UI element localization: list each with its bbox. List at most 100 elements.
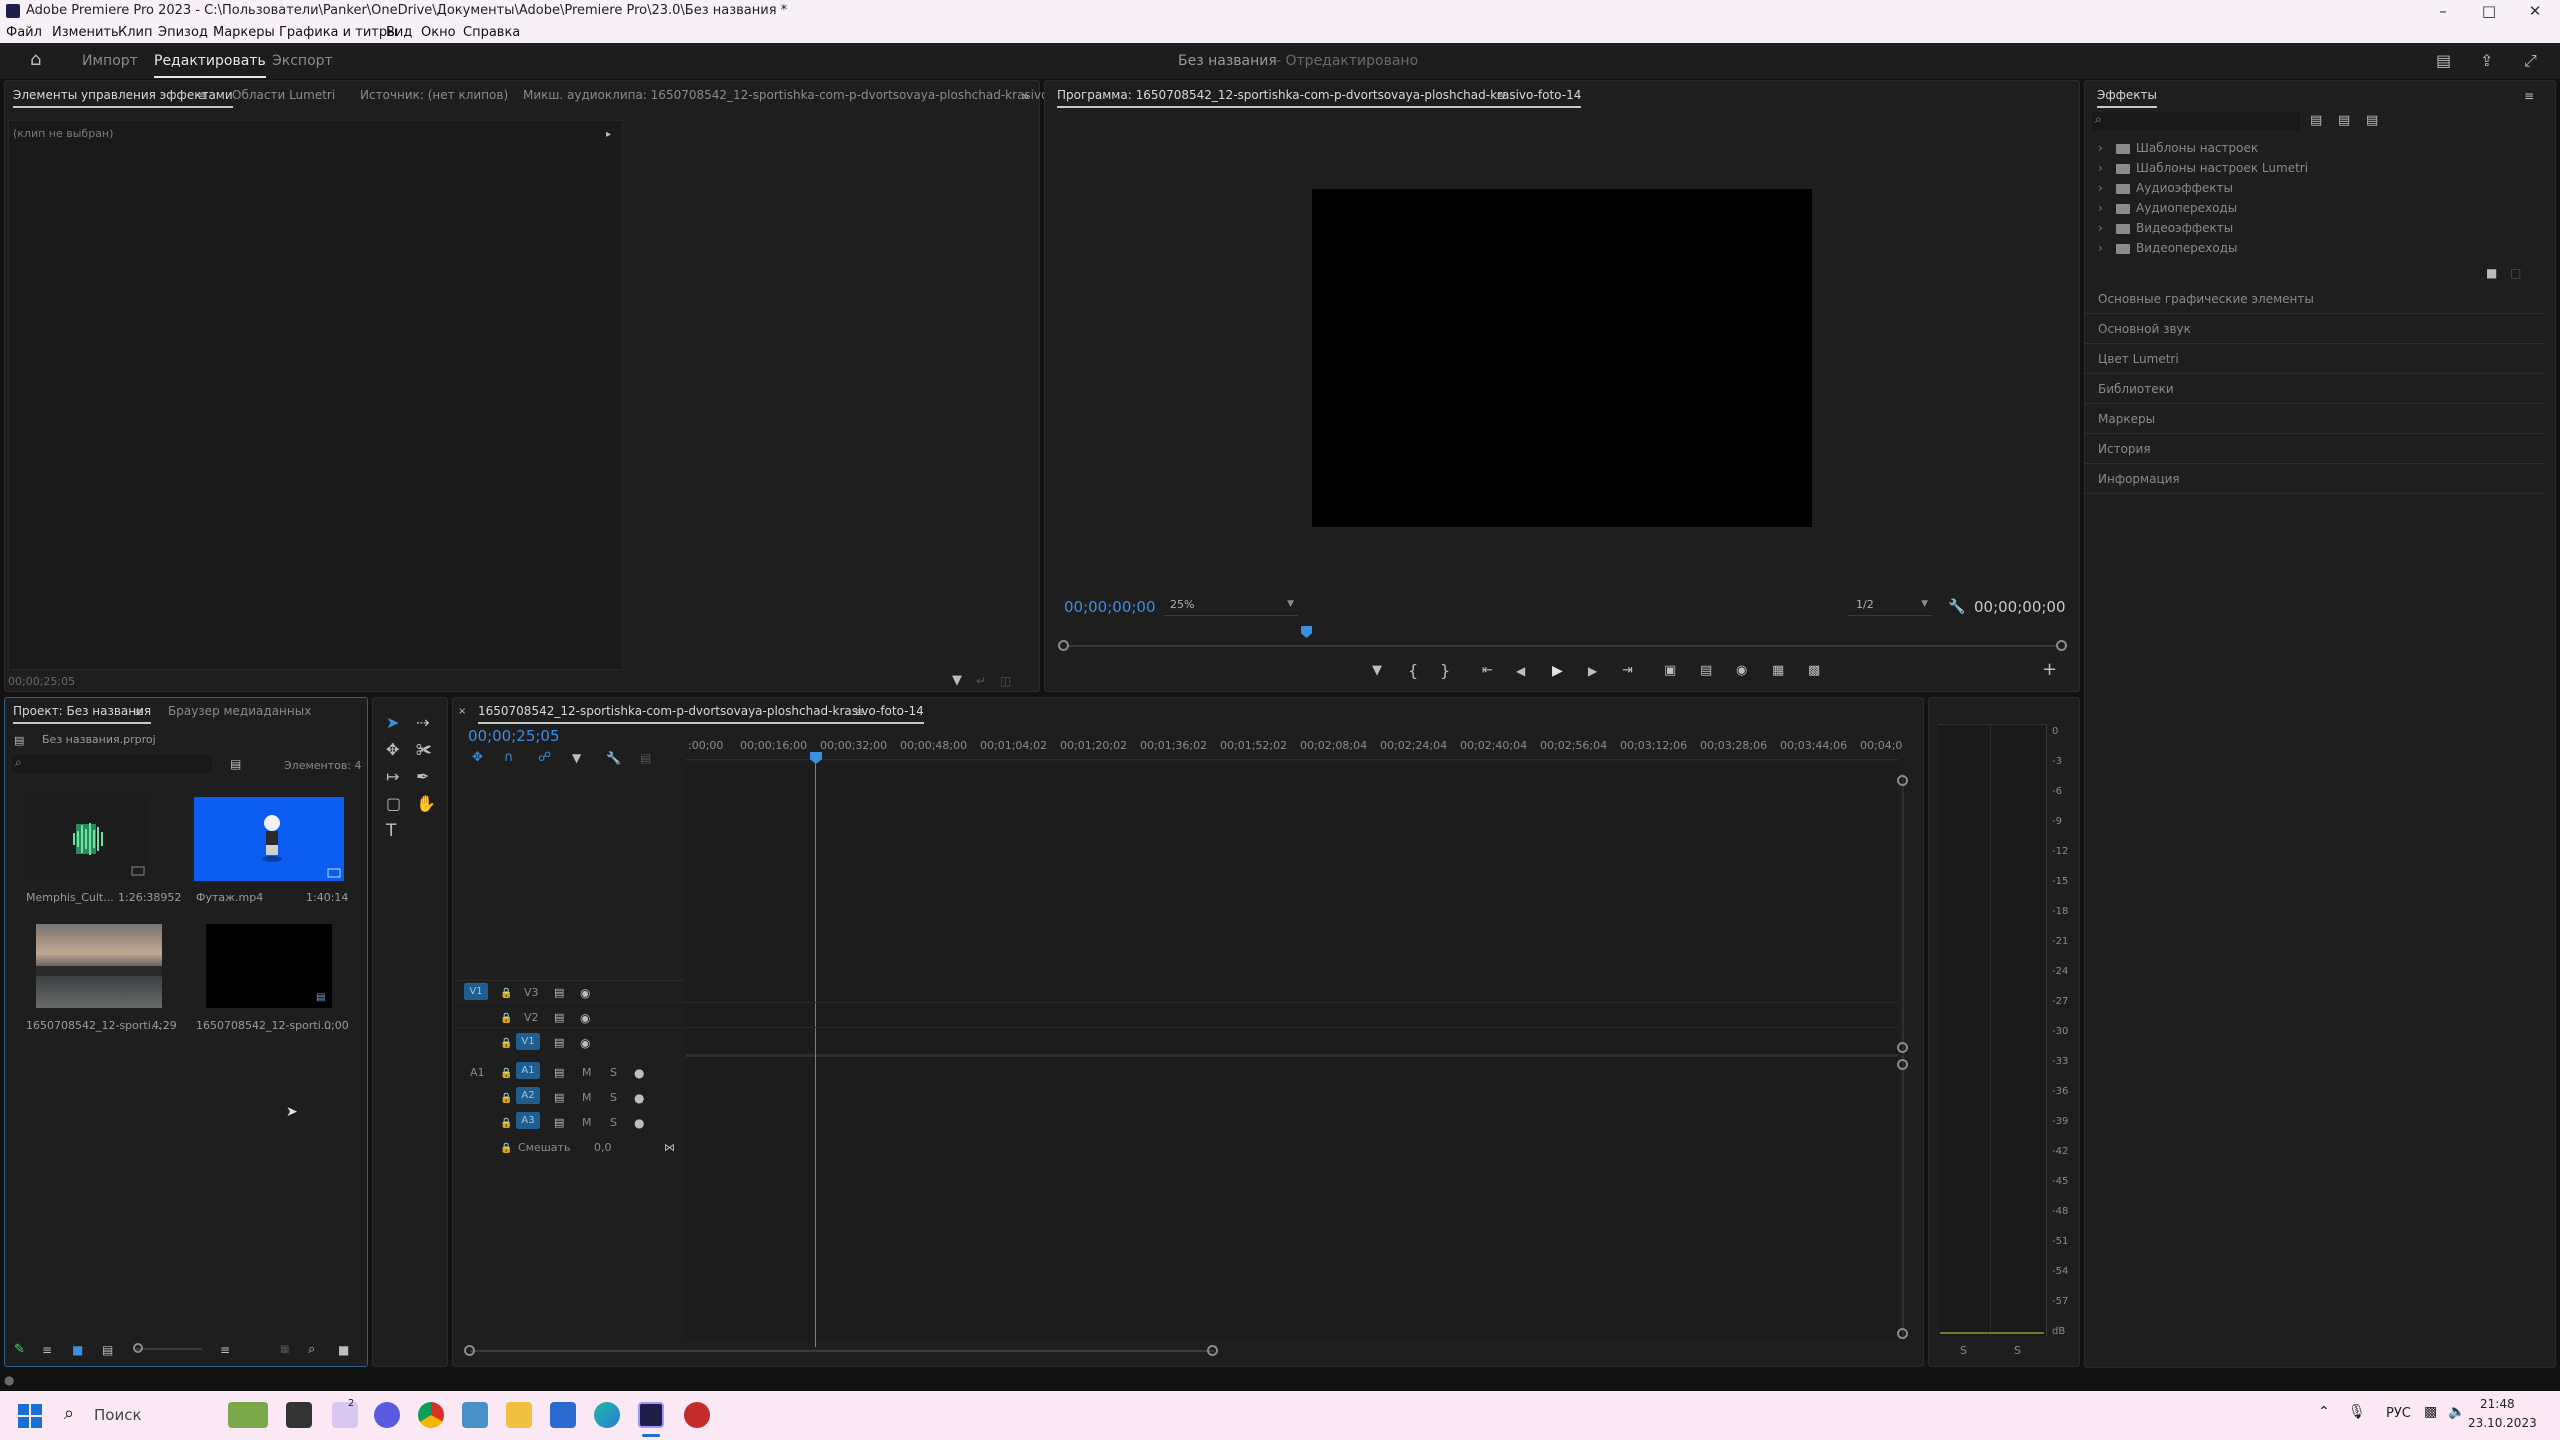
project-search-input[interactable]: ⌕ [12,755,212,773]
vscroll-handle-bottom[interactable] [1897,1328,1908,1339]
pencil-icon[interactable]: ✎ [14,1342,25,1358]
play-clip-icon[interactable]: ↵ [976,673,986,689]
lift-icon[interactable]: ▣ [1664,663,1676,679]
extract-icon[interactable]: ▤ [1700,663,1712,679]
eye-icon[interactable]: ◉ [580,1010,590,1026]
source-patch-v1[interactable]: V1 [464,983,488,1000]
thumbnail-audio[interactable] [24,797,148,881]
wrench-icon[interactable]: 🔧 [1948,599,1965,615]
track-label-v1[interactable]: V1 [516,1033,540,1050]
automate-icon[interactable]: ▦ [280,1342,289,1358]
hscroll-handle-left[interactable] [464,1345,475,1356]
effects-folder-video-effects[interactable]: › Видеоэффекты [2098,221,2233,235]
add-marker-icon[interactable]: ▼ [572,750,581,766]
section-essential-graphics[interactable]: Основные графические элементы [2084,286,2544,314]
filter-icon[interactable]: ▼ [952,673,962,689]
razor-tool-icon[interactable]: ✀ [416,742,432,758]
comparison-icon[interactable]: ▦ [1772,663,1784,679]
zoom-slider[interactable] [136,1348,202,1350]
effects-folder-lumetri-presets[interactable]: › Шаблоны настроек Lumetri [2098,161,2308,175]
chat-icon[interactable] [374,1402,400,1428]
premiere-taskbar-icon[interactable] [638,1402,664,1428]
step-forward-icon[interactable]: ▶ [1588,663,1597,679]
resolution-select[interactable]: 1/2 ▼ [1848,594,1932,616]
microphone-icon[interactable]: ● [634,1090,644,1106]
volume-icon[interactable]: 🔈 [2448,1404,2465,1420]
meter-solo-right[interactable]: S [2014,1344,2021,1357]
section-markers[interactable]: Маркеры [2084,406,2544,434]
menu-window[interactable]: Окно [421,25,456,40]
mark-out-icon[interactable]: } [1440,663,1450,679]
menu-help[interactable]: Справка [463,25,520,40]
effects-folder-audio-transitions[interactable]: › Аудиопереходы [2098,201,2237,215]
effects-menu-icon[interactable]: ≡ [2524,88,2534,104]
zoom-slider-handle[interactable] [133,1343,143,1353]
maximize-button[interactable]: □ [2466,0,2512,22]
windows-start-icon[interactable] [18,1404,42,1428]
pen-tool-icon[interactable]: ✒ [416,769,429,785]
hscroll-handle-right[interactable] [1207,1345,1218,1356]
accelerated-effects-icon[interactable]: ▤ [2310,113,2322,129]
ripple-edit-tool-icon[interactable]: ✥ [386,742,399,758]
menu-edit[interactable]: Изменить [52,25,119,40]
section-essential-sound[interactable]: Основной звук [2084,316,2544,344]
track-label-a3[interactable]: A3 [516,1112,540,1129]
tab-media-browser[interactable]: Браузер медиаданных [168,704,311,718]
list-view-icon[interactable]: ≡ [42,1342,52,1358]
horizontal-scrollbar[interactable] [470,1350,1214,1352]
section-history[interactable]: История [2084,436,2544,464]
vertical-scrollbar[interactable] [1902,774,1904,1336]
tray-chevron-icon[interactable]: ⌃ [2318,1404,2330,1420]
minimize-button[interactable]: – [2420,0,2466,22]
solo-button[interactable]: S [610,1066,617,1079]
project-menu-icon[interactable]: ≡ [134,704,144,720]
taskbar-search-icon[interactable]: ⌕ [64,1403,74,1424]
sync-lock-icon[interactable]: ▤ [554,1010,564,1026]
thumbnail-image[interactable] [36,924,162,1008]
more-tabs-icon[interactable]: » [1022,88,1029,104]
task-view-icon[interactable] [286,1402,312,1428]
microphone-icon[interactable]: ● [634,1065,644,1081]
scrub-start-handle[interactable] [1058,640,1069,651]
thumbnail-sequence[interactable]: ▤ [206,924,332,1008]
mute-button[interactable]: M [582,1066,592,1079]
lock-icon[interactable]: 🔒 [500,1141,512,1157]
source-patch-a1[interactable]: A1 [470,1066,485,1079]
workspaces-icon[interactable]: ▤ [2436,53,2451,69]
effects-folder-video-transitions[interactable]: › Видеопереходы [2098,241,2238,255]
sync-lock-icon[interactable]: ▤ [554,1065,564,1081]
solo-button[interactable]: S [610,1091,617,1104]
effects-search-input[interactable]: ⌕ [2092,112,2300,130]
vscroll-handle-top[interactable] [1897,775,1908,786]
scrub-end-handle[interactable] [2056,640,2067,651]
snap-icon[interactable]: ∩ [504,750,514,766]
weather-icon[interactable]: 2 [332,1398,358,1428]
tab-import[interactable]: Импорт [82,53,138,69]
file-explorer-icon[interactable] [506,1402,532,1428]
tab-lumetri-scopes[interactable]: Области Lumetri [232,88,335,102]
lock-icon[interactable]: 🔒 [500,986,512,1002]
linked-selection-icon[interactable]: ☍ [538,750,551,766]
expand-arrow-icon[interactable]: ▸ [606,127,611,143]
program-menu-icon[interactable]: ≡ [1496,88,1506,104]
share-icon[interactable]: ⇪ [2480,53,2493,69]
zoom-select[interactable]: 25% ▼ [1164,594,1298,616]
go-to-in-icon[interactable]: ⇤ [1482,663,1493,679]
tab-audio-clip-mixer[interactable]: Микш. аудиоклипа: 1650708542_12-sportish… [523,88,1096,102]
timeline-menu-icon[interactable]: ≡ [854,704,864,720]
yuv-effects-icon[interactable]: ▤ [2366,113,2378,129]
tab-export[interactable]: Экспорт [272,53,333,69]
nest-icon[interactable]: ✥ [472,750,483,766]
export-clip-icon[interactable]: ◫ [1000,673,1011,689]
search-highlight-icon[interactable] [228,1402,268,1428]
track-area[interactable] [686,762,1898,1342]
fullscreen-icon[interactable]: ⤢ [2524,53,2537,69]
video-audio-divider[interactable] [686,1054,1898,1057]
tab-source[interactable]: Источник: (нет клипов) [360,88,508,102]
program-scrub-bar[interactable] [1068,645,2058,647]
new-bin-icon[interactable]: ■ [2486,265,2497,281]
chrome-icon[interactable] [418,1402,444,1428]
marker-icon[interactable]: ▼ [1372,663,1382,679]
eye-icon[interactable]: ◉ [580,1035,590,1051]
menu-markers[interactable]: Маркеры [213,25,275,40]
